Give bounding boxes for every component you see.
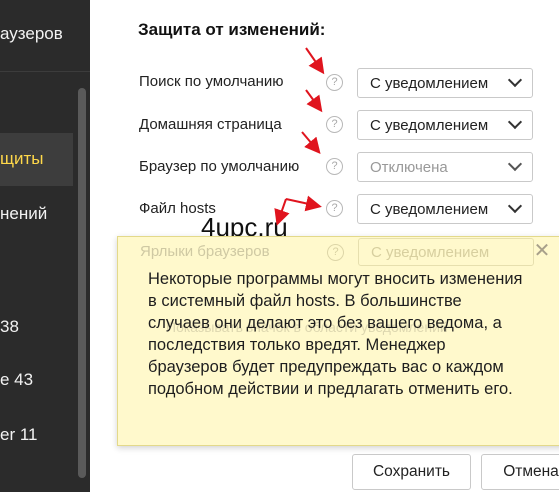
arrow-to-home-help xyxy=(305,89,323,113)
row-label-browser-shortcuts: Ярлыки браузеров xyxy=(140,243,270,260)
arrow-to-search-help xyxy=(305,47,325,75)
help-icon: ? xyxy=(327,244,344,261)
tooltip-text: Некоторые программы могут вносить измене… xyxy=(148,270,523,398)
hosts-tooltip: Ярлыки браузеров ? С уведомлением ✕ Пока… xyxy=(117,236,559,446)
browser-shortcuts-select: С уведомлением xyxy=(358,238,534,266)
cancel-button[interactable]: Отмена xyxy=(481,454,559,490)
save-button[interactable]: Сохранить xyxy=(352,454,471,490)
arrow-to-hosts-help xyxy=(285,195,322,212)
arrow-to-watermark xyxy=(274,198,290,226)
close-icon[interactable]: ✕ xyxy=(532,241,552,261)
arrow-to-browser-help xyxy=(301,131,321,155)
